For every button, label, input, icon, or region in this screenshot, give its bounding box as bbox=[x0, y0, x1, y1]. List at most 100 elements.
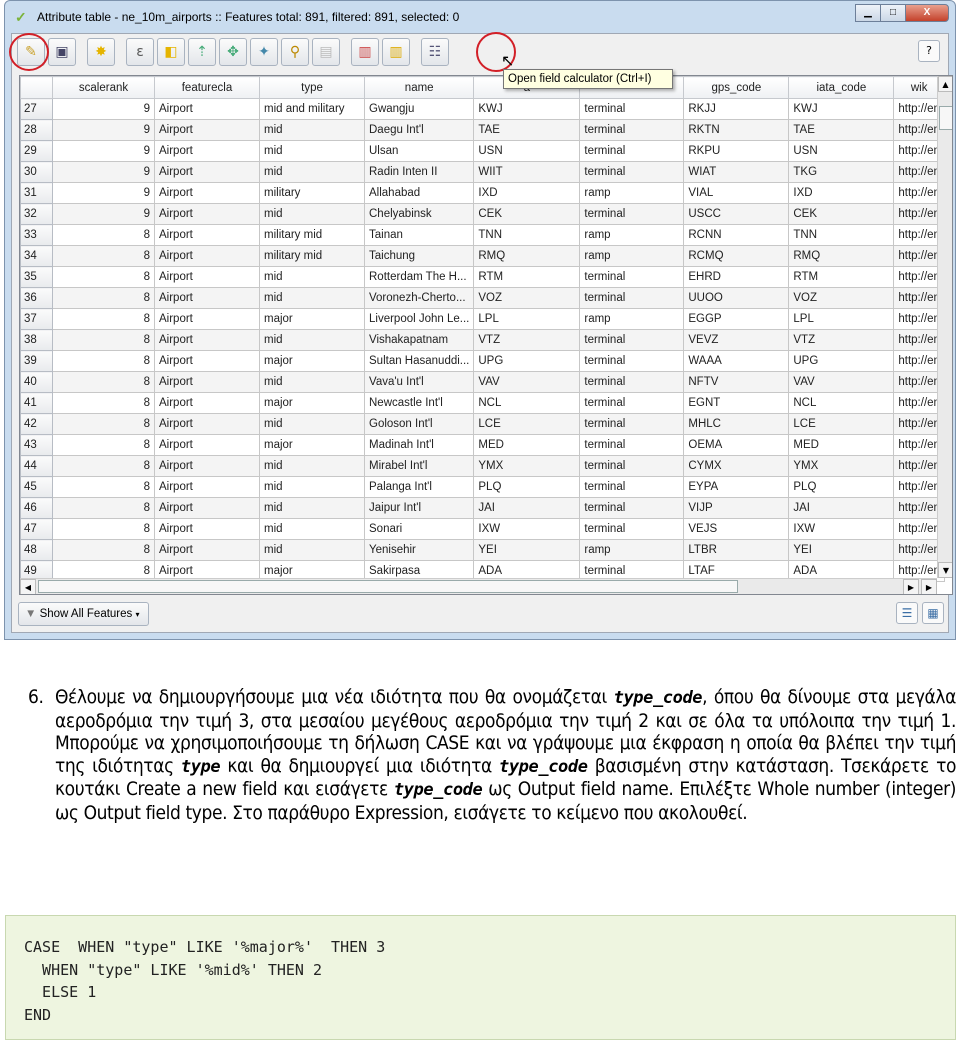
table-cell[interactable]: Airport bbox=[154, 434, 260, 456]
copy-selected-button[interactable]: ▤ bbox=[312, 38, 340, 66]
table-cell[interactable]: Airport bbox=[154, 518, 260, 540]
table-cell[interactable]: 8 bbox=[52, 266, 155, 288]
table-cell[interactable]: Airport bbox=[154, 308, 260, 330]
table-cell[interactable]: terminal bbox=[579, 518, 685, 540]
table-cell[interactable]: Airport bbox=[154, 476, 260, 498]
table-cell[interactable]: VAV bbox=[473, 371, 581, 393]
table-row[interactable]: 37 8 Airport major Liverpool John Le... LPL ra… bbox=[20, 308, 945, 330]
table-row[interactable]: 45 8 Airport mid Palanga Int'l PLQ terminal EYP… bbox=[20, 476, 945, 498]
table-cell[interactable]: Airport bbox=[154, 455, 260, 477]
maximize-button[interactable]: □ bbox=[880, 4, 906, 22]
column-header[interactable]: gps_code bbox=[683, 76, 790, 99]
table-cell[interactable]: Jaipur Int'l bbox=[363, 497, 475, 519]
table-cell[interactable]: Palanga Int'l bbox=[363, 476, 475, 498]
table-row[interactable]: 31 9 Airport military Allahabad IXD ramp VIAL IX… bbox=[20, 182, 945, 204]
table-row[interactable]: 36 8 Airport mid Voronezh-Cherto... VOZ termin… bbox=[20, 287, 945, 309]
table-cell[interactable]: EHRD bbox=[683, 266, 790, 288]
row-header[interactable]: 29 bbox=[20, 140, 53, 162]
table-cell[interactable]: Airport bbox=[154, 266, 260, 288]
table-cell[interactable]: Airport bbox=[154, 539, 260, 561]
row-header[interactable]: 43 bbox=[20, 434, 53, 456]
table-cell[interactable]: USCC bbox=[683, 203, 790, 225]
table-cell[interactable]: mid bbox=[259, 518, 365, 540]
table-cell[interactable]: 8 bbox=[52, 539, 155, 561]
pan-to-selected-button[interactable]: ✥ bbox=[219, 38, 247, 66]
row-header[interactable]: 30 bbox=[20, 161, 53, 183]
table-cell[interactable]: terminal bbox=[579, 434, 685, 456]
row-header[interactable]: 47 bbox=[20, 518, 53, 540]
table-cell[interactable]: VEVZ bbox=[683, 329, 790, 351]
table-cell[interactable]: Airport bbox=[154, 119, 260, 141]
horizontal-scrollbar[interactable]: ◀ ▶ ▶ bbox=[20, 578, 937, 594]
table-cell[interactable]: terminal bbox=[579, 476, 685, 498]
close-button[interactable]: X bbox=[905, 4, 949, 22]
table-cell[interactable]: CEK bbox=[473, 203, 581, 225]
scroll-down-icon[interactable]: ▼ bbox=[938, 562, 952, 578]
table-cell[interactable]: terminal bbox=[579, 392, 685, 414]
table-cell[interactable]: VIAL bbox=[683, 182, 790, 204]
row-header[interactable]: 42 bbox=[20, 413, 53, 435]
delete-column-button[interactable]: ▥ bbox=[351, 38, 379, 66]
table-cell[interactable]: Airport bbox=[154, 140, 260, 162]
table-cell[interactable]: mid and military bbox=[259, 98, 365, 120]
table-cell[interactable]: TNN bbox=[788, 224, 895, 246]
toggle-editing-button[interactable]: ✎ bbox=[17, 38, 45, 66]
table-cell[interactable]: Mirabel Int'l bbox=[363, 455, 475, 477]
table-row[interactable]: 29 9 Airport mid Ulsan USN terminal RKPU USN http… bbox=[20, 140, 945, 162]
table-cell[interactable]: EGGP bbox=[683, 308, 790, 330]
table-cell[interactable]: military bbox=[259, 182, 365, 204]
table-row[interactable]: 44 8 Airport mid Mirabel Int'l YMX terminal CYM… bbox=[20, 455, 945, 477]
table-cell[interactable]: Madinah Int'l bbox=[363, 434, 475, 456]
table-cell[interactable]: 9 bbox=[52, 203, 155, 225]
table-cell[interactable]: UPG bbox=[473, 350, 581, 372]
table-cell[interactable]: EGNT bbox=[683, 392, 790, 414]
table-cell[interactable]: YEI bbox=[473, 539, 581, 561]
row-header[interactable]: 40 bbox=[20, 371, 53, 393]
table-cell[interactable]: LPL bbox=[473, 308, 581, 330]
table-cell[interactable]: Rotterdam The H... bbox=[363, 266, 475, 288]
table-cell[interactable]: 8 bbox=[52, 434, 155, 456]
table-cell[interactable]: MED bbox=[473, 434, 581, 456]
table-cell[interactable]: WIIT bbox=[473, 161, 581, 183]
delete-selected-button[interactable]: ✸ bbox=[87, 38, 115, 66]
table-cell[interactable]: RCNN bbox=[683, 224, 790, 246]
row-header[interactable]: 44 bbox=[20, 455, 53, 477]
table-cell[interactable]: terminal bbox=[579, 203, 685, 225]
table-cell[interactable]: terminal bbox=[579, 98, 685, 120]
table-cell[interactable]: Airport bbox=[154, 350, 260, 372]
table-cell[interactable]: major bbox=[259, 308, 365, 330]
table-cell[interactable]: RTM bbox=[788, 266, 895, 288]
table-cell[interactable]: TAE bbox=[473, 119, 581, 141]
table-cell[interactable]: major bbox=[259, 392, 365, 414]
table-cell[interactable]: UPG bbox=[788, 350, 895, 372]
column-header[interactable]: type bbox=[259, 76, 365, 99]
table-cell[interactable]: USN bbox=[788, 140, 895, 162]
table-cell[interactable]: terminal bbox=[579, 329, 685, 351]
table-cell[interactable]: NFTV bbox=[683, 371, 790, 393]
table-cell[interactable]: TKG bbox=[788, 161, 895, 183]
table-cell[interactable]: Newcastle Int'l bbox=[363, 392, 475, 414]
table-cell[interactable]: Radin Inten II bbox=[363, 161, 475, 183]
row-header[interactable]: 36 bbox=[20, 287, 53, 309]
table-cell[interactable]: JAI bbox=[788, 497, 895, 519]
table-cell[interactable]: 9 bbox=[52, 98, 155, 120]
table-row[interactable]: 30 9 Airport mid Radin Inten II WIIT terminal W… bbox=[20, 161, 945, 183]
row-header[interactable]: 38 bbox=[20, 329, 53, 351]
table-cell[interactable]: terminal bbox=[579, 413, 685, 435]
table-cell[interactable]: OEMA bbox=[683, 434, 790, 456]
table-cell[interactable]: VTZ bbox=[473, 329, 581, 351]
minimize-button[interactable]: ▁ bbox=[855, 4, 881, 22]
table-cell[interactable]: 9 bbox=[52, 161, 155, 183]
row-header[interactable]: 33 bbox=[20, 224, 53, 246]
table-cell[interactable]: LPL bbox=[788, 308, 895, 330]
table-cell[interactable]: terminal bbox=[579, 266, 685, 288]
table-cell[interactable]: YEI bbox=[788, 539, 895, 561]
table-cell[interactable]: VOZ bbox=[788, 287, 895, 309]
vertical-scroll-thumb[interactable] bbox=[939, 106, 952, 130]
table-cell[interactable]: Taichung bbox=[363, 245, 475, 267]
scroll-up-icon[interactable]: ▲ bbox=[938, 76, 952, 92]
column-header[interactable]: scalerank bbox=[52, 76, 155, 99]
table-cell[interactable]: LCE bbox=[788, 413, 895, 435]
table-row[interactable]: 27 9 Airport mid and military Gwangju KWJ term… bbox=[20, 98, 945, 120]
row-header[interactable]: 45 bbox=[20, 476, 53, 498]
